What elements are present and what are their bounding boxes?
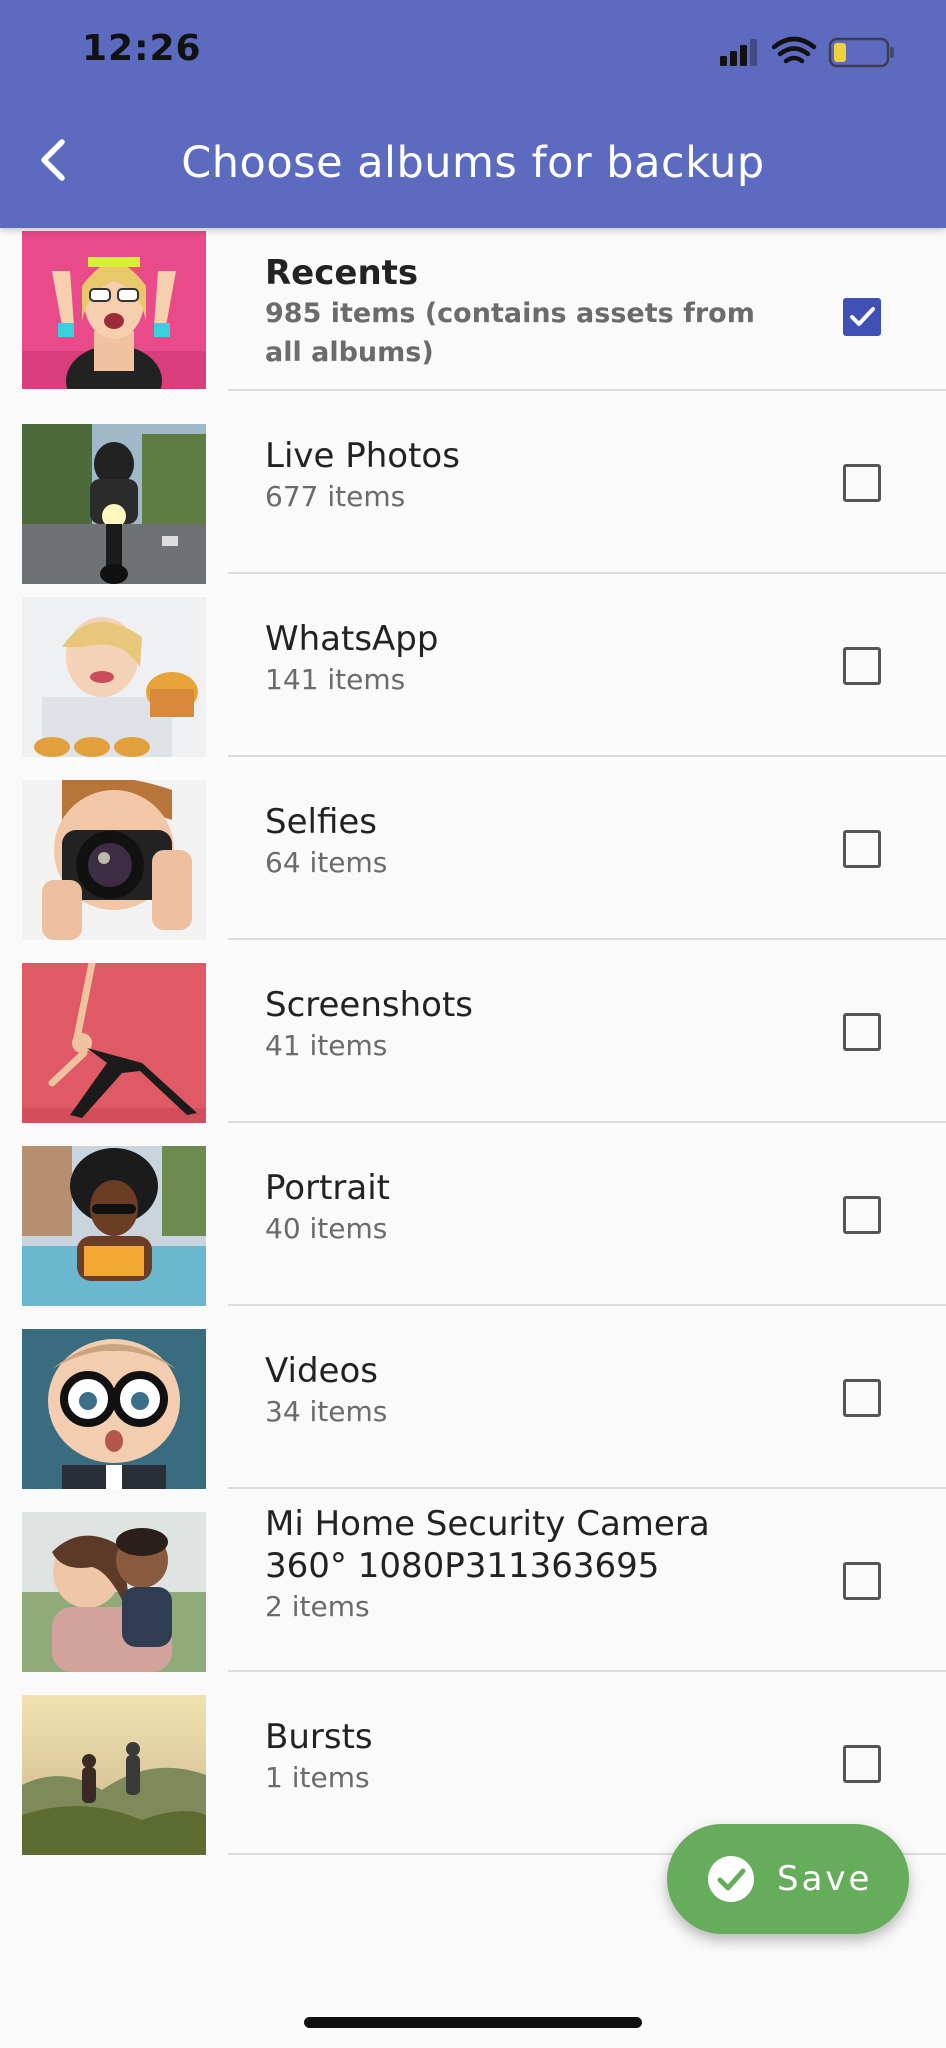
album-row-screenshots[interactable]: Screenshots 41 items: [0, 940, 946, 1123]
status-icons: [720, 34, 898, 70]
album-text: Portrait 40 items: [265, 1167, 796, 1249]
album-row-selfies[interactable]: Selfies 64 items: [0, 757, 946, 940]
album-text: Live Photos 677 items: [265, 435, 796, 517]
album-name: Screenshots: [265, 985, 474, 1025]
album-thumbnail: [22, 1512, 206, 1672]
album-row-recents[interactable]: Recents 985 items (contains assets from …: [0, 228, 946, 391]
album-name: Live Photos: [265, 436, 460, 476]
check-circle-icon: [708, 1856, 754, 1902]
album-name: Portrait: [265, 1168, 390, 1208]
status-time: 12:26: [82, 28, 202, 69]
home-indicator: [304, 2017, 642, 2028]
album-count: 34 items: [265, 1395, 388, 1428]
album-count: 677 items: [265, 480, 406, 513]
album-name: Videos: [265, 1351, 378, 1391]
album-row-videos[interactable]: Videos 34 items: [0, 1306, 946, 1489]
album-count: 41 items: [265, 1029, 388, 1062]
album-text: Selfies 64 items: [265, 801, 796, 883]
album-count: 141 items: [265, 663, 406, 696]
cellular-signal-icon: [720, 39, 757, 66]
album-checkbox[interactable]: [843, 647, 881, 685]
album-row-whatsapp[interactable]: WhatsApp 141 items: [0, 574, 946, 757]
album-name: Selfies: [265, 802, 377, 842]
album-checkbox[interactable]: [843, 1196, 881, 1234]
album-text: Bursts 1 items: [265, 1716, 796, 1798]
album-name: Mi Home Security Camera 360° 1080P311363…: [265, 1504, 710, 1586]
album-text: Recents 985 items (contains assets from …: [265, 252, 796, 372]
album-thumbnail: [22, 963, 206, 1123]
album-text: Mi Home Security Camera 360° 1080P311363…: [265, 1503, 796, 1627]
album-name: Recents: [265, 253, 419, 293]
album-row-live-photos[interactable]: Live Photos 677 items: [0, 391, 946, 584]
save-button[interactable]: Save: [667, 1824, 909, 1934]
checkmark-icon: [850, 307, 875, 326]
screen: 12:26 Choose albums for backup Recents 9…: [0, 0, 946, 2048]
page-title: Choose albums for backup: [181, 138, 765, 188]
wifi-icon: [771, 36, 817, 64]
album-checkbox[interactable]: [843, 298, 881, 336]
album-checkbox[interactable]: [843, 830, 881, 868]
album-text: Videos 34 items: [265, 1350, 796, 1432]
album-checkbox[interactable]: [843, 1562, 881, 1600]
album-checkbox[interactable]: [843, 1013, 881, 1051]
album-thumbnail: [22, 424, 206, 584]
album-thumbnail: [22, 231, 206, 389]
album-checkbox[interactable]: [843, 1379, 881, 1417]
album-checkbox[interactable]: [843, 464, 881, 502]
album-list: Recents 985 items (contains assets from …: [0, 228, 946, 1855]
album-thumbnail: [22, 780, 206, 940]
album-row-mi-home-security-camera[interactable]: Mi Home Security Camera 360° 1080P311363…: [0, 1489, 946, 1672]
album-count: 1 items: [265, 1761, 370, 1794]
album-row-portrait[interactable]: Portrait 40 items: [0, 1123, 946, 1306]
album-thumbnail: [22, 1146, 206, 1306]
album-count: 40 items: [265, 1212, 388, 1245]
app-bar: 12:26 Choose albums for backup: [0, 0, 946, 228]
album-name: Bursts: [265, 1717, 373, 1757]
album-name: WhatsApp: [265, 619, 439, 659]
album-thumbnail: [22, 1695, 206, 1855]
album-count: 985 items (contains assets from all albu…: [265, 298, 755, 368]
album-checkbox[interactable]: [843, 1745, 881, 1783]
album-count: 64 items: [265, 846, 388, 879]
album-text: WhatsApp 141 items: [265, 618, 796, 700]
album-thumbnail: [22, 1329, 206, 1489]
album-text: Screenshots 41 items: [265, 984, 796, 1066]
album-count: 2 items: [265, 1590, 370, 1623]
album-thumbnail: [22, 597, 206, 757]
battery-icon: [828, 37, 894, 68]
save-label: Save: [777, 1859, 873, 1899]
